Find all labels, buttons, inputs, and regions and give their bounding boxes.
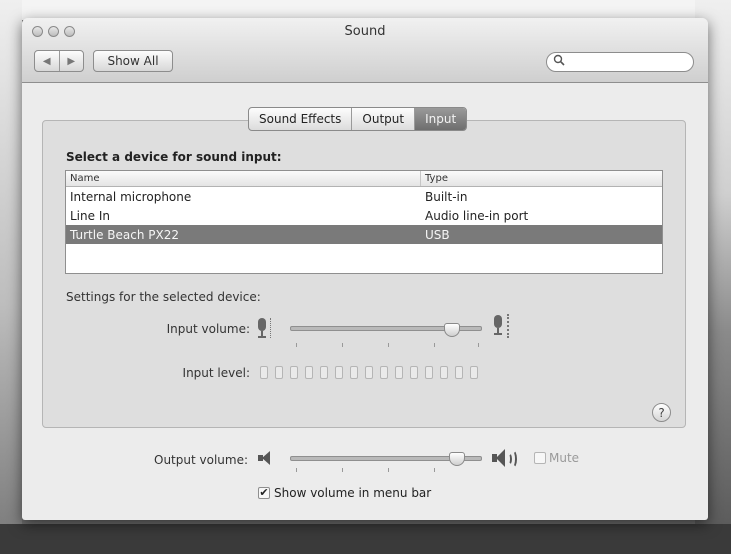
device-type: Built-in [425,189,468,204]
input-level-segment [305,366,313,379]
tab-bar: Sound Effects Output Input [248,107,468,131]
tab-sound-effects[interactable]: Sound Effects [249,108,353,130]
input-level-segment [380,366,388,379]
desktop-bottom [0,524,731,554]
speaker-high-icon [492,448,520,468]
input-level-segment [455,366,463,379]
device-name: Turtle Beach PX22 [70,227,179,242]
selected-device-settings-label: Settings for the selected device: [66,290,261,304]
input-level-segment [395,366,403,379]
speaker-low-icon [258,451,274,465]
output-volume-label: Output volume: [154,453,248,467]
desktop-top [0,0,731,20]
window-title: Sound [344,24,386,39]
input-level-segment [365,366,373,379]
show-all-button[interactable]: Show All [93,50,173,72]
input-level-label: Input level: [182,366,250,380]
microphone-low-icon [257,318,267,338]
column-header-name[interactable]: Name [66,171,421,186]
table-header: Name Type [66,171,662,187]
table-row-selected[interactable]: Turtle Beach PX22 USB [66,225,662,244]
input-level-segment [350,366,358,379]
input-level-segment [410,366,418,379]
tab-content-panel [42,120,686,428]
show-volume-in-menu-bar-checkbox[interactable]: ✔ [258,487,270,499]
input-level-segment [440,366,448,379]
input-volume-slider-knob[interactable] [443,323,460,337]
input-level-segment [335,366,343,379]
input-level-segment [425,366,433,379]
input-level-segment [470,366,478,379]
device-name: Internal microphone [70,189,192,204]
tab-input[interactable]: Input [415,108,467,130]
input-level-segment [320,366,328,379]
back-forward-control: ◀ ▶ [34,50,84,72]
device-name: Line In [70,208,110,223]
title-bar: Sound ◀ ▶ Show All [22,18,708,83]
low-level-dots-icon [270,318,273,338]
device-type: Audio line-in port [425,208,529,223]
show-volume-in-menu-bar-label: Show volume in menu bar [274,486,432,500]
input-level-segment [260,366,268,379]
microphone-high-icon [493,315,503,335]
tab-output[interactable]: Output [352,108,416,130]
table-row[interactable]: Line In Audio line-in port [66,206,662,225]
back-button[interactable]: ◀ [35,51,60,71]
mute-label: Mute [549,451,580,465]
mute-checkbox[interactable] [534,452,546,464]
input-level-segment [275,366,283,379]
forward-button[interactable]: ▶ [60,51,84,71]
search-input[interactable] [546,52,694,72]
input-level-meter [260,366,478,379]
table-row[interactable]: Internal microphone Built-in [66,187,662,206]
desktop-left [0,0,22,554]
high-level-dots-icon [507,314,511,338]
magnifier-icon [553,54,565,69]
input-device-table: Name Type Internal microphone Built-in L… [65,170,663,274]
help-button[interactable]: ? [652,403,671,422]
column-header-type[interactable]: Type [421,171,662,186]
input-volume-label: Input volume: [166,322,250,336]
device-type: USB [425,227,450,242]
device-list-heading: Select a device for sound input: [66,150,282,164]
input-level-segment [290,366,298,379]
